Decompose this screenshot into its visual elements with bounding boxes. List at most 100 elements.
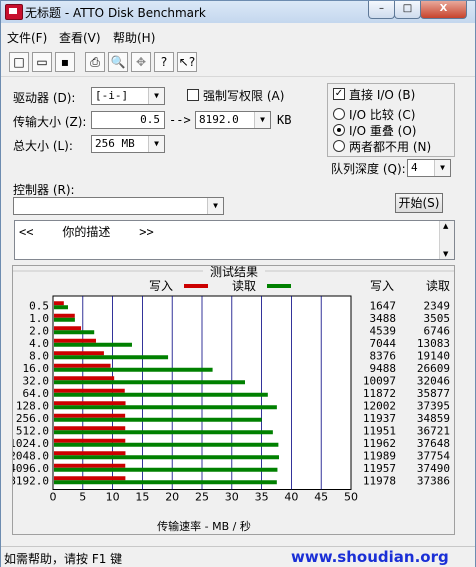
write-bar (54, 413, 126, 418)
y-tick-label: 8.0 (29, 349, 49, 362)
write-bar (54, 451, 126, 456)
write-value: 10097 (363, 374, 396, 387)
move-icon[interactable]: ✥ (131, 52, 151, 72)
results-panel: 测试结果 写入 读取 写入 读取 传输速率 - MB / 秒 0 5 10 15 20 2… (9, 264, 455, 535)
y-tick-label: 256.0 (16, 412, 49, 425)
total-size-select[interactable]: 256 MB ▼ (91, 135, 165, 153)
x-tick-label: 0 (50, 491, 57, 504)
menu-view[interactable]: 查看(V) (59, 29, 101, 46)
read-bar (54, 342, 132, 347)
transfer-to-select[interactable]: 8192.0 ▼ (195, 111, 271, 129)
x-tick-label: 35 (255, 491, 269, 504)
toolbar: □ ▭ ▪ ⎙ 🔍 ✥ ? ↖? (1, 48, 475, 77)
io-overlap-radio[interactable] (333, 124, 345, 136)
write-bar (54, 338, 96, 343)
x-tick-label: 45 (314, 491, 328, 504)
save-icon[interactable]: ▪ (55, 52, 75, 72)
start-button[interactable]: 开始(S) (395, 193, 443, 213)
results-chart: 测试结果 写入 读取 写入 读取 传输速率 - MB / 秒 0 5 10 15 20 2… (9, 264, 454, 533)
io-compare-radio[interactable] (333, 108, 345, 120)
io-neither-label: 两者都不用 (N) (349, 140, 432, 154)
write-bar (54, 476, 126, 481)
y-tick-label: 1024.0 (13, 437, 49, 450)
write-bar (54, 388, 125, 393)
write-bar (54, 351, 104, 356)
write-value: 11951 (363, 424, 396, 437)
menu-file[interactable]: 文件(F) (7, 29, 47, 46)
transfer-from-select[interactable]: 0.5 (91, 111, 165, 129)
context-help-icon[interactable]: ↖? (177, 52, 197, 72)
y-tick-label: 4096.0 (13, 462, 49, 475)
read-bar (54, 405, 277, 410)
queue-depth-label: 队列深度 (Q): (331, 162, 406, 176)
direct-io-checkbox[interactable]: ✓ (333, 88, 345, 100)
read-bar (54, 305, 69, 310)
y-tick-label: 512.0 (16, 424, 49, 437)
transfer-arrow: --> (169, 113, 191, 127)
y-tick-label: 4.0 (29, 337, 49, 350)
description-text: << 你的描述 >> (19, 225, 154, 239)
menu-help[interactable]: 帮助(H) (113, 29, 155, 46)
read-value: 3505 (424, 312, 451, 325)
print-preview-icon[interactable]: 🔍 (108, 52, 128, 72)
watermark-text: www.shoudian.org (291, 548, 449, 566)
read-bar (54, 380, 245, 385)
atto-app-icon (5, 4, 23, 20)
open-folder-icon[interactable]: ▭ (32, 52, 52, 72)
read-column-header: 读取 (426, 279, 450, 293)
total-size-value: 256 MB (95, 137, 135, 150)
print-icon[interactable]: ⎙ (85, 52, 105, 72)
controller-label: 控制器 (R): (13, 183, 75, 197)
read-bar (54, 417, 262, 422)
write-bar (54, 401, 126, 406)
read-value: 2349 (424, 299, 451, 312)
y-tick-label: 32.0 (23, 374, 50, 387)
transfer-to-value: 8192.0 (199, 113, 239, 126)
controller-select[interactable]: ▼ (13, 197, 224, 215)
app-window: 无标题 - ATTO Disk Benchmark – □ X 文件(F) 查看… (0, 0, 476, 567)
y-tick-label: 2.0 (29, 324, 49, 337)
write-bar (54, 426, 126, 431)
drive-select[interactable]: [-i-] ▼ (91, 87, 165, 105)
drive-value: [-i-] (95, 89, 129, 102)
close-button[interactable]: X (420, 1, 467, 19)
write-value: 1647 (370, 299, 397, 312)
read-value: 19140 (417, 349, 450, 362)
total-size-label: 总大小 (L): (13, 139, 73, 153)
description-scrollbar[interactable]: ▲ ▼ (439, 221, 454, 259)
write-bar (54, 363, 111, 368)
read-value: 26609 (417, 362, 450, 375)
minimize-button[interactable]: – (368, 1, 395, 19)
read-value: 37490 (417, 462, 450, 475)
queue-depth-select[interactable]: 4 ▼ (407, 159, 451, 177)
chevron-down-icon: ▼ (207, 198, 223, 214)
write-value: 11872 (363, 387, 396, 400)
write-value: 11937 (363, 412, 396, 425)
scroll-up-icon[interactable]: ▲ (443, 222, 448, 230)
read-value: 36721 (417, 424, 450, 437)
force-write-checkbox[interactable] (187, 89, 199, 101)
write-bar (54, 463, 126, 468)
x-tick-label: 50 (344, 491, 358, 504)
help-icon[interactable]: ? (154, 52, 174, 72)
description-box[interactable]: << 你的描述 >> ▲ ▼ (14, 220, 455, 260)
force-write-label: 强制写权限 (A) (203, 89, 285, 103)
read-value: 37754 (417, 449, 450, 462)
read-bar (54, 317, 75, 322)
status-text: 如需帮助，请按 F1 键 (4, 552, 123, 566)
queue-depth-value: 4 (411, 161, 418, 174)
chevron-down-icon: ▼ (434, 160, 450, 176)
x-axis-label: 传输速率 - MB / 秒 (157, 519, 251, 533)
io-neither-radio[interactable] (333, 140, 345, 152)
x-tick-label: 30 (225, 491, 239, 504)
y-tick-label: 8192.0 (13, 474, 49, 487)
y-tick-label: 0.5 (29, 299, 49, 312)
maximize-button[interactable]: □ (394, 1, 421, 19)
scroll-down-icon[interactable]: ▼ (443, 250, 448, 258)
read-value: 6746 (424, 324, 451, 337)
chart-title: 测试结果 (210, 266, 258, 279)
legend-write-swatch (184, 284, 208, 288)
transfer-size-label: 传输大小 (Z): (13, 115, 87, 129)
new-file-icon[interactable]: □ (9, 52, 29, 72)
write-value: 12002 (363, 399, 396, 412)
